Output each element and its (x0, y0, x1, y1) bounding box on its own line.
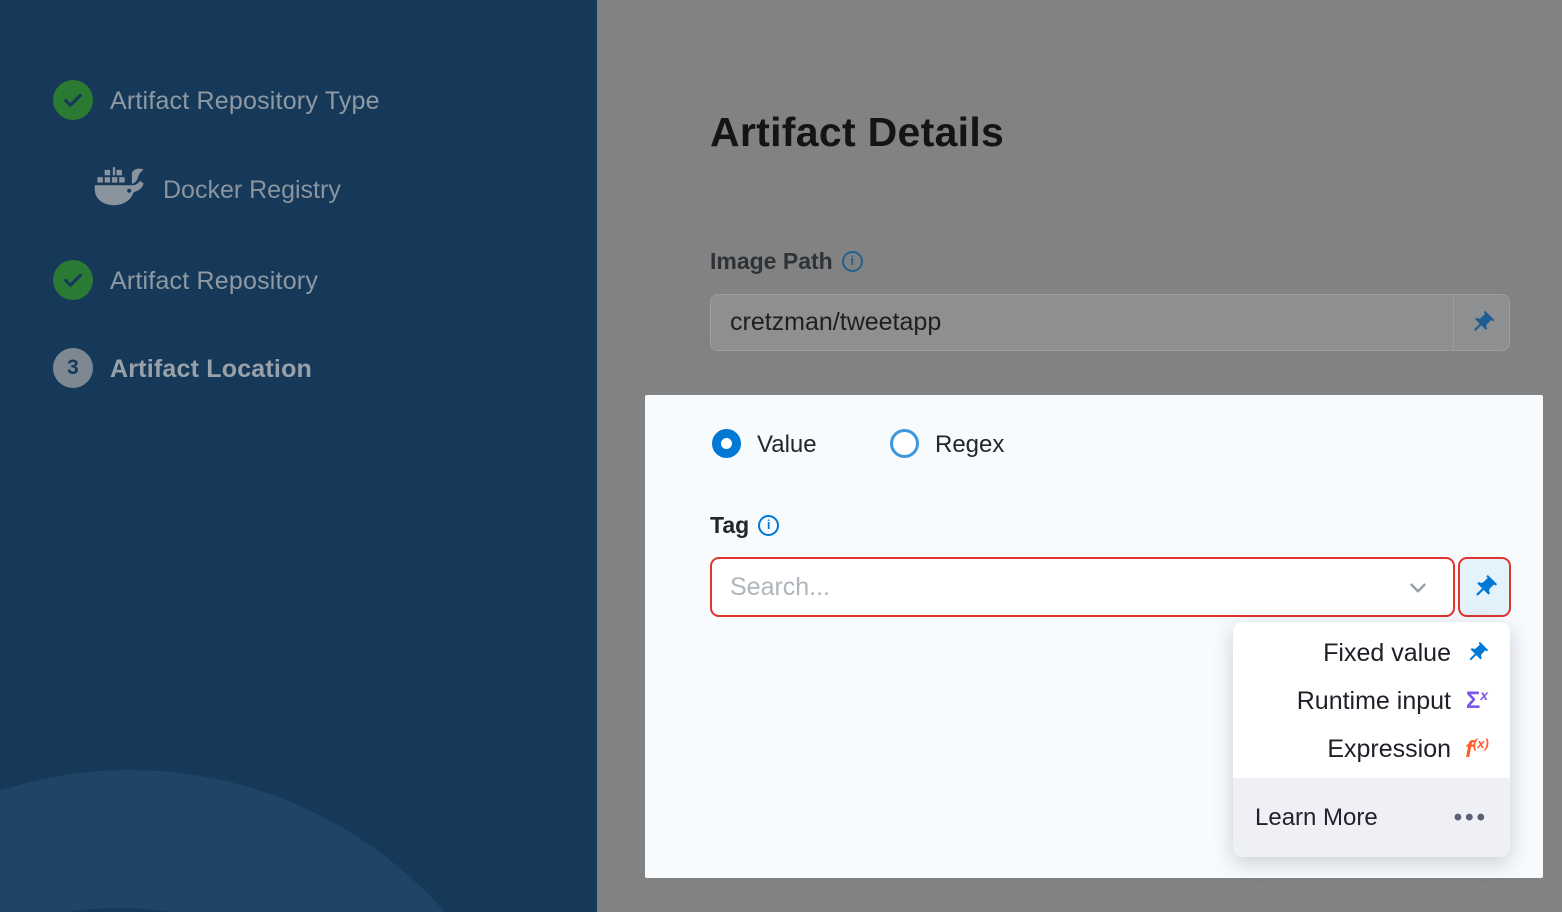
info-icon[interactable]: i (842, 251, 863, 272)
image-path-label-row: Image Path i (710, 248, 863, 275)
menu-footer: Learn More ••• (1233, 778, 1510, 857)
sidebar-step-artifact-repository-type[interactable]: Artifact Repository Type (0, 80, 597, 128)
sidebar-step-artifact-location[interactable]: 3 Artifact Location (0, 348, 597, 396)
step-label: Artifact Repository (110, 267, 318, 296)
image-path-label: Image Path (710, 248, 833, 275)
step-number-badge: 3 (53, 348, 93, 388)
pin-icon (1465, 568, 1503, 606)
chevron-down-icon[interactable] (1405, 575, 1431, 601)
docker-whale-icon (92, 165, 150, 211)
tag-label-row: Tag i (710, 512, 779, 539)
sidebar-substep-docker-registry[interactable]: Docker Registry (0, 169, 597, 217)
wizard-sidebar: Artifact Repository Type Docker Registry (0, 0, 597, 912)
page-title: Artifact Details (710, 109, 1004, 156)
tag-pin-button[interactable] (1458, 557, 1511, 617)
info-icon[interactable]: i (758, 515, 779, 536)
step-label: Artifact Location (110, 355, 312, 384)
check-circle-icon (53, 260, 93, 300)
radio-regex-label[interactable]: Regex (935, 431, 1004, 459)
step-label: Artifact Repository Type (110, 87, 380, 116)
substep-label: Docker Registry (163, 176, 341, 205)
sigma-x-icon: Σx (1462, 687, 1492, 715)
check-circle-icon (53, 80, 93, 120)
radio-regex[interactable] (890, 429, 919, 458)
tag-label: Tag (710, 512, 749, 539)
tag-select-field (710, 557, 1455, 617)
image-path-field (710, 294, 1510, 351)
learn-more-link[interactable]: Learn More (1255, 804, 1378, 832)
artifact-wizard-dialog: Artifact Repository Type Docker Registry (0, 0, 1562, 912)
pin-icon (1463, 304, 1500, 341)
menu-item-runtime-input[interactable]: Runtime input Σx (1233, 677, 1510, 725)
tag-search-input[interactable] (712, 559, 1400, 615)
pin-icon (1462, 641, 1492, 665)
fx-expression-icon: f(x) (1462, 736, 1492, 763)
sidebar-decorative-arc (0, 770, 550, 912)
sidebar-step-artifact-repository[interactable]: Artifact Repository (0, 260, 597, 308)
fixed-value-pin-button[interactable] (1453, 295, 1509, 350)
radio-value-label[interactable]: Value (757, 431, 817, 459)
menu-items: Fixed value Runtime input Σx Expression … (1233, 622, 1510, 773)
tag-spotlight-panel: Value Regex Tag i Fixed value (645, 395, 1543, 878)
menu-item-fixed-value[interactable]: Fixed value (1233, 629, 1510, 677)
value-type-dropdown-menu: Fixed value Runtime input Σx Expression … (1233, 622, 1510, 857)
radio-value[interactable] (712, 429, 741, 458)
image-path-input[interactable] (711, 295, 1456, 350)
menu-item-expression[interactable]: Expression f(x) (1233, 725, 1510, 773)
more-options-ellipsis[interactable]: ••• (1454, 804, 1488, 832)
